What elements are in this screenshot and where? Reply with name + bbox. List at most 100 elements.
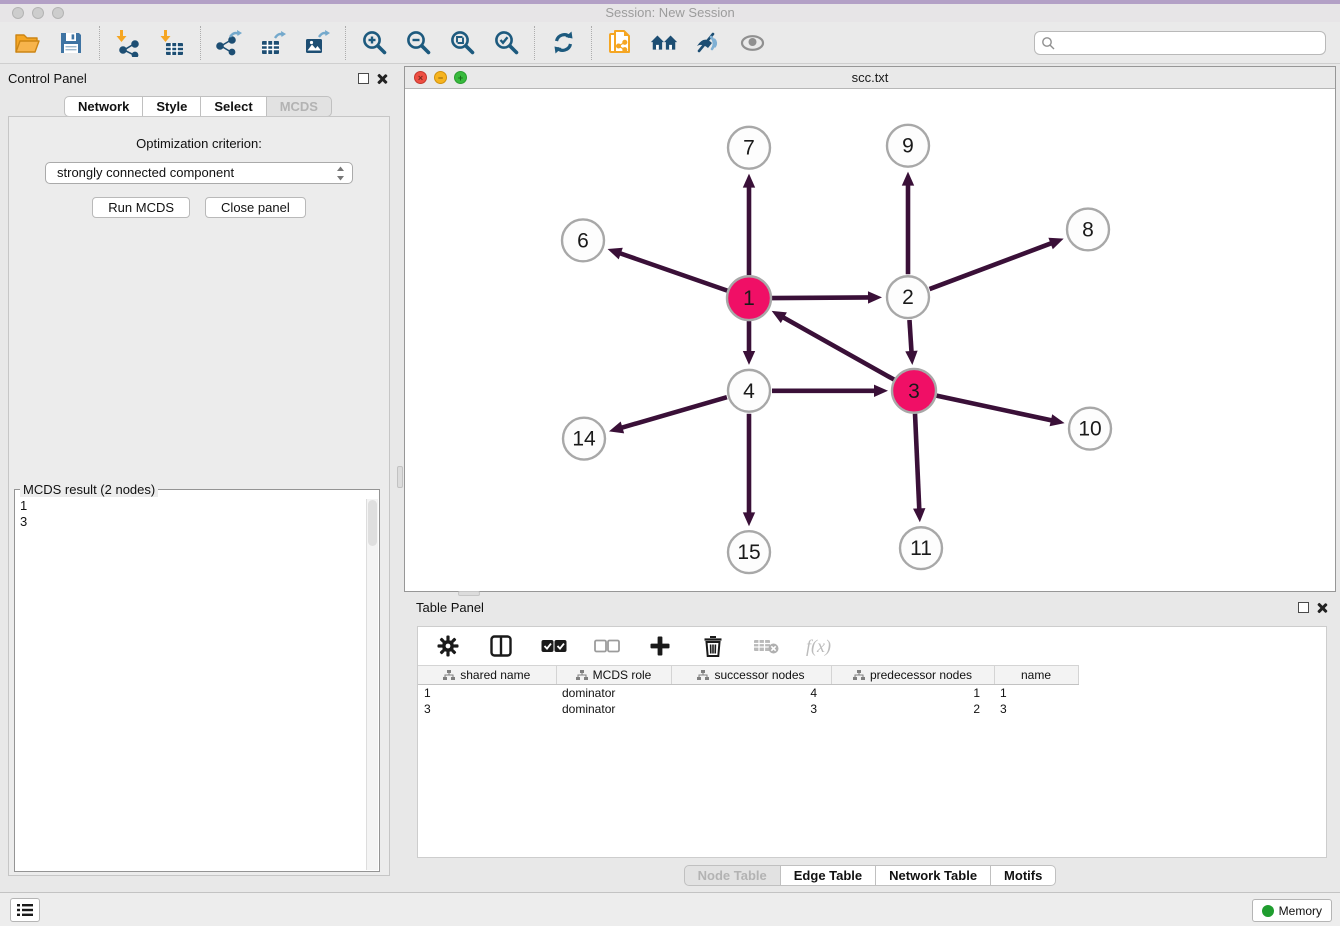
- graph-edge[interactable]: [930, 238, 1064, 289]
- column-header-mcds-role[interactable]: MCDS role: [556, 666, 671, 685]
- tab-motifs[interactable]: Motifs: [991, 865, 1056, 886]
- clone-network-button[interactable]: [605, 28, 635, 58]
- delete-table-icon: [753, 637, 779, 655]
- zoom-selected-button[interactable]: [491, 28, 521, 58]
- graph-edge[interactable]: [743, 174, 755, 276]
- import-table-button[interactable]: [157, 28, 187, 58]
- graphics-details-button[interactable]: [693, 28, 723, 58]
- table-row[interactable]: 3dominator323: [418, 701, 1078, 717]
- refresh-icon: [550, 29, 577, 56]
- table-split-view-button[interactable]: [488, 633, 514, 659]
- graph-edge[interactable]: [743, 321, 755, 365]
- open-session-button[interactable]: [12, 28, 42, 58]
- search-input[interactable]: [1059, 35, 1319, 50]
- export-table-button[interactable]: [258, 28, 288, 58]
- column-header-predecessor-nodes[interactable]: predecessor nodes: [831, 666, 994, 685]
- table-select-all-button[interactable]: [541, 633, 567, 659]
- tab-edge-table[interactable]: Edge Table: [781, 865, 876, 886]
- control-panel-float-button[interactable]: [358, 73, 369, 84]
- sort-tree-icon: [697, 670, 709, 681]
- graph-edge[interactable]: [772, 311, 894, 380]
- scrollbar-thumb[interactable]: [368, 500, 377, 546]
- graph-node-11[interactable]: 11: [900, 527, 942, 569]
- splitter-grip[interactable]: [397, 466, 403, 488]
- tab-select[interactable]: Select: [201, 96, 266, 117]
- settings-gear-icon: [437, 635, 459, 657]
- result-scrollbar[interactable]: [366, 499, 378, 870]
- table-settings-button[interactable]: [435, 633, 461, 659]
- network-canvas[interactable]: 7 9 6 8 1 2 4 3 14 10 15 11: [405, 90, 1335, 591]
- memory-label: Memory: [1279, 904, 1322, 918]
- close-panel-button[interactable]: Close panel: [205, 197, 306, 218]
- graph-node-15[interactable]: 15: [728, 531, 770, 573]
- sort-tree-icon: [443, 670, 455, 681]
- graph-node-10[interactable]: 10: [1069, 408, 1111, 450]
- tab-network-table[interactable]: Network Table: [876, 865, 991, 886]
- window-title: Session: New Session: [0, 5, 1340, 20]
- graph-edge[interactable]: [913, 414, 925, 523]
- graph-edge[interactable]: [743, 414, 755, 527]
- graph-node-1[interactable]: 1: [727, 276, 771, 320]
- criterion-select[interactable]: strongly connected component: [45, 162, 353, 184]
- graph-edge[interactable]: [772, 385, 888, 397]
- table-header-row: shared name MCDS role successor nodes pr…: [418, 666, 1078, 685]
- table-panel-float-button[interactable]: [1298, 602, 1309, 613]
- graph-edge[interactable]: [905, 320, 917, 365]
- table-panel-close-button[interactable]: [1316, 602, 1328, 614]
- graph-edge[interactable]: [902, 172, 914, 275]
- workspace: Control Panel Network Style Select MCDS …: [0, 64, 1340, 892]
- quick-search-field[interactable]: [1034, 31, 1326, 55]
- node-table-area: f(x) shared name: [417, 626, 1327, 858]
- column-header-shared-name[interactable]: shared name: [418, 666, 556, 685]
- tab-node-table[interactable]: Node Table: [684, 865, 781, 886]
- table-row[interactable]: 1dominator411: [418, 685, 1078, 701]
- deselect-all-checkboxes-icon: [594, 639, 620, 653]
- application-window: Session: New Session: [0, 0, 1340, 926]
- import-network-button[interactable]: [113, 28, 143, 58]
- delete-table-button[interactable]: [753, 633, 779, 659]
- graph-node-14[interactable]: 14: [563, 418, 605, 460]
- memory-button[interactable]: Memory: [1252, 899, 1332, 922]
- memory-status-icon: [1262, 905, 1274, 917]
- graph-edge[interactable]: [772, 291, 882, 303]
- select-stepper-icon: [336, 166, 345, 181]
- function-builder-button[interactable]: f(x): [806, 633, 831, 659]
- save-session-button[interactable]: [56, 28, 86, 58]
- zoom-fit-button[interactable]: [447, 28, 477, 58]
- graph-node-2[interactable]: 2: [887, 276, 929, 318]
- graph-node-9[interactable]: 9: [887, 125, 929, 167]
- node-label: 9: [902, 135, 914, 158]
- zoom-in-button[interactable]: [359, 28, 389, 58]
- node-label: 8: [1082, 218, 1094, 241]
- graph-node-4[interactable]: 4: [728, 370, 770, 412]
- eye-icon: [738, 30, 767, 56]
- eye-button[interactable]: [737, 28, 767, 58]
- graph-node-6[interactable]: 6: [562, 219, 604, 261]
- tab-mcds[interactable]: MCDS: [267, 96, 332, 117]
- graph-node-8[interactable]: 8: [1067, 209, 1109, 251]
- task-history-button[interactable]: [10, 898, 40, 922]
- export-image-button[interactable]: [302, 28, 332, 58]
- export-network-button[interactable]: [214, 28, 244, 58]
- delete-column-button[interactable]: [700, 633, 726, 659]
- run-mcds-button[interactable]: Run MCDS: [92, 197, 190, 218]
- column-header-name[interactable]: name: [994, 666, 1078, 685]
- vertical-splitter[interactable]: [396, 64, 404, 892]
- refresh-button[interactable]: [548, 28, 578, 58]
- graph-edge[interactable]: [936, 396, 1064, 427]
- graph-edge[interactable]: [608, 248, 728, 291]
- graph-node-3[interactable]: 3: [892, 369, 936, 413]
- houses-button[interactable]: [649, 28, 679, 58]
- table-deselect-all-button[interactable]: [594, 633, 620, 659]
- clone-network-icon: [606, 29, 634, 57]
- tab-network[interactable]: Network: [64, 96, 143, 117]
- add-column-button[interactable]: [647, 633, 673, 659]
- column-header-successor-nodes[interactable]: successor nodes: [671, 666, 831, 685]
- zoom-in-icon: [361, 29, 388, 56]
- network-window-titlebar[interactable]: × − + scc.txt: [405, 67, 1335, 89]
- graph-node-7[interactable]: 7: [728, 127, 770, 169]
- control-panel-close-button[interactable]: [376, 73, 388, 85]
- zoom-out-button[interactable]: [403, 28, 433, 58]
- tab-style[interactable]: Style: [143, 96, 201, 117]
- graph-edge[interactable]: [609, 397, 727, 433]
